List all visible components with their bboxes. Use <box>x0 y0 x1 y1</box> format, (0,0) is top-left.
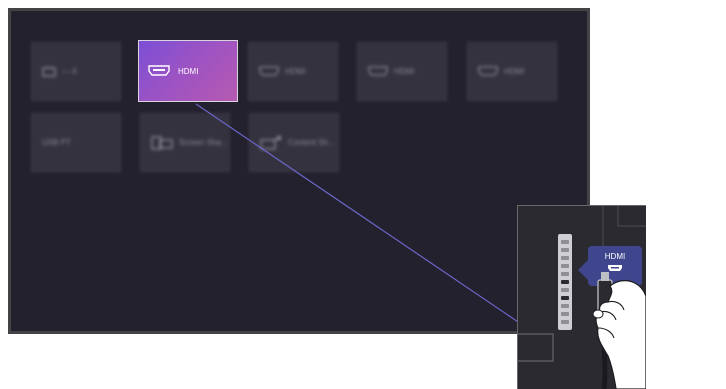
hdmi-icon <box>368 66 388 77</box>
tv-icon <box>42 66 56 78</box>
tv-screen: — II HDMI HDMI HDMI HDMI USB PT Screen S… <box>8 8 590 334</box>
rear-panel-inset: HDMI <box>517 205 646 389</box>
input-tile-hdmi-selected[interactable]: HDMI <box>138 40 238 102</box>
input-tile-usb[interactable]: USB PT <box>31 113 121 172</box>
input-tile-tv[interactable]: — II <box>31 42 121 101</box>
screen-share-icon <box>151 135 173 150</box>
input-tile-hdmi[interactable]: HDMI <box>357 42 447 101</box>
content-share-icon <box>260 135 282 150</box>
tile-label: Screen Sha... <box>179 138 228 147</box>
input-tile-hdmi[interactable]: HDMI <box>467 42 557 101</box>
hdmi-icon <box>259 66 279 77</box>
hand-with-cable-icon <box>592 272 646 389</box>
tile-label: HDMI <box>394 67 415 76</box>
tile-label: Content Sh... <box>288 138 335 147</box>
hdmi-icon <box>478 66 498 77</box>
input-tile-content-share[interactable]: Content Sh... <box>249 113 339 172</box>
tile-label: HDMI <box>178 66 199 76</box>
tile-label: — II <box>62 67 77 76</box>
tile-label: HDMI <box>504 67 525 76</box>
tile-label: USB PT <box>42 138 71 147</box>
hdmi-icon <box>148 65 170 77</box>
input-tile-screen-share[interactable]: Screen Sha... <box>140 113 230 172</box>
input-tile-hdmi[interactable]: HDMI <box>248 42 338 101</box>
tile-label: HDMI <box>285 67 306 76</box>
